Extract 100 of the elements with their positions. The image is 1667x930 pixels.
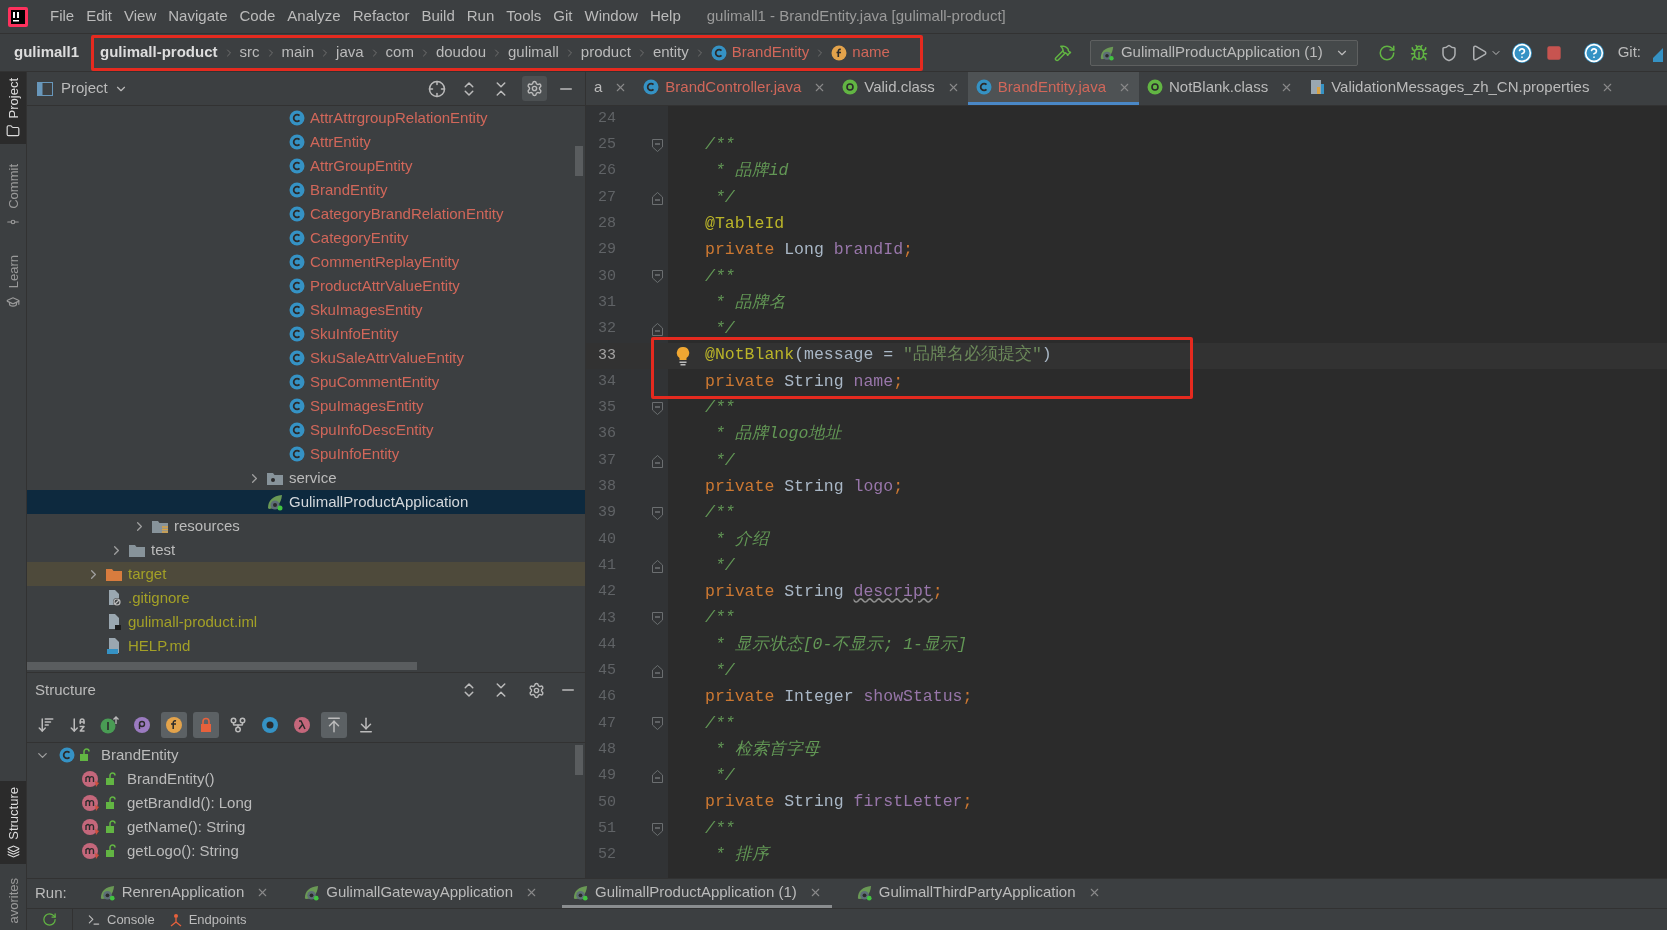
fold-marker-icon[interactable] <box>651 401 663 415</box>
fold-marker-icon[interactable] <box>651 323 663 336</box>
tree-item[interactable]: SkuImagesEntity <box>27 298 585 322</box>
project-name[interactable]: gulimall1 <box>14 41 80 64</box>
build-icon[interactable] <box>1053 43 1072 62</box>
coverage-icon[interactable] <box>1439 43 1458 62</box>
tree-item[interactable]: target <box>27 562 585 586</box>
tree-item[interactable]: CategoryBrandRelationEntity <box>27 202 585 226</box>
structure-item[interactable]: BrandEntity <box>27 743 585 767</box>
menu-item[interactable]: Navigate <box>162 5 234 28</box>
tree-item[interactable]: GulimallProductApplication <box>27 490 585 514</box>
settings-icon[interactable] <box>528 681 545 699</box>
run-tab[interactable]: GulimallProductApplication (1) <box>562 879 832 908</box>
vertical-scrollbar[interactable] <box>575 146 583 176</box>
tree-item[interactable]: service <box>27 466 585 490</box>
breadcrumb-item[interactable]: doudou <box>435 41 486 64</box>
menu-item[interactable]: Code <box>233 5 282 28</box>
breadcrumb-item[interactable]: main <box>281 41 315 64</box>
tree-item[interactable]: AttrAttrgroupRelationEntity <box>27 106 585 130</box>
menu-item[interactable]: Edit <box>80 5 119 28</box>
menu-item[interactable]: Refactor <box>346 5 416 28</box>
menu-item[interactable]: Analyze <box>281 5 347 28</box>
breadcrumb-item[interactable]: product <box>580 41 631 64</box>
tree-item[interactable]: HELP.md <box>27 634 585 658</box>
breadcrumb-item[interactable]: entity <box>652 41 689 64</box>
fold-marker-icon[interactable] <box>651 270 663 284</box>
fold-marker-icon[interactable] <box>651 138 663 152</box>
rerun-icon[interactable] <box>1377 43 1396 62</box>
tree-item[interactable]: test <box>27 538 585 562</box>
structure-item[interactable]: getName(): String <box>27 815 585 839</box>
horizontal-scrollbar[interactable] <box>27 662 417 670</box>
tool-window-tab[interactable]: Learn <box>0 249 26 315</box>
fold-marker-icon[interactable] <box>651 559 663 573</box>
tree-item[interactable]: SkuInfoEntity <box>27 322 585 346</box>
lightbulb-icon[interactable] <box>676 345 690 366</box>
editor-tab[interactable]: a <box>586 72 636 105</box>
menu-item[interactable]: Help <box>643 5 687 28</box>
breadcrumb-item[interactable]: BrandEntity <box>731 41 810 64</box>
run-tab[interactable]: GulimallThirdPartyApplication <box>845 879 1111 908</box>
tool-window-tab[interactable]: avorites <box>0 872 26 930</box>
fold-marker-icon[interactable] <box>651 454 663 468</box>
fold-marker-icon[interactable] <box>651 191 663 205</box>
stop-icon[interactable] <box>1545 44 1562 61</box>
tree-item[interactable]: SpuCommentEntity <box>27 370 585 394</box>
breadcrumb-item[interactable]: com <box>385 41 414 64</box>
menu-item[interactable]: Git <box>547 5 579 28</box>
tool-window-tab[interactable]: Project <box>0 72 26 145</box>
locate-icon[interactable] <box>428 79 446 98</box>
tree-item[interactable]: SpuInfoDescEntity <box>27 418 585 442</box>
fold-marker-icon[interactable] <box>651 507 663 521</box>
toolbar-toggle[interactable] <box>161 711 187 738</box>
structure-item[interactable]: getBrandId(): Long <box>27 791 585 815</box>
run-tab[interactable]: GulimallGatewayApplication <box>293 879 549 908</box>
help-icon[interactable] <box>1583 42 1604 63</box>
tree-item[interactable]: SpuImagesEntity <box>27 394 585 418</box>
run-tab[interactable]: RenrenApplication <box>88 879 280 908</box>
menu-item[interactable]: File <box>44 5 81 28</box>
tree-item[interactable]: ProductAttrValueEntity <box>27 274 585 298</box>
settings-button[interactable] <box>522 76 547 101</box>
editor-tab[interactable]: BrandController.java <box>635 72 835 105</box>
menu-item[interactable]: Run <box>460 5 501 28</box>
vertical-scrollbar[interactable] <box>575 745 583 775</box>
structure-item[interactable]: getLogo(): String <box>27 839 585 863</box>
tree-item[interactable]: SpuInfoEntity <box>27 442 585 466</box>
fold-marker-icon[interactable] <box>651 612 663 626</box>
run-configuration-dropdown[interactable]: GulimallProductApplication (1) <box>1089 39 1358 66</box>
menu-item[interactable]: Tools <box>500 5 548 28</box>
fold-marker-icon[interactable] <box>651 664 663 678</box>
editor-tab[interactable]: NotBlank.class <box>1139 72 1302 105</box>
console-tab[interactable]: Endpoints <box>168 909 247 930</box>
rerun-icon[interactable] <box>42 912 57 927</box>
fold-marker-icon[interactable] <box>651 717 663 731</box>
tree-item[interactable]: CategoryEntity <box>27 226 585 250</box>
console-tab[interactable]: Console <box>87 909 155 930</box>
menu-item[interactable]: Build <box>415 5 461 28</box>
menu-item[interactable]: Window <box>578 5 644 28</box>
panel-title[interactable]: Project <box>61 77 128 100</box>
fold-marker-icon[interactable] <box>651 822 663 836</box>
tree-item[interactable]: AttrGroupEntity <box>27 154 585 178</box>
editor-tab[interactable]: ValidationMessages_zh_CN.properties <box>1301 72 1623 105</box>
breadcrumb-item[interactable]: name <box>852 41 890 64</box>
breadcrumb-item[interactable]: src <box>239 41 260 64</box>
tool-window-tab[interactable]: Structure <box>0 780 26 865</box>
fold-marker-icon[interactable] <box>651 770 663 784</box>
tree-item[interactable]: gulimall-product.iml <box>27 610 585 634</box>
breadcrumb-item[interactable]: java <box>336 41 364 64</box>
menu-item[interactable]: View <box>118 5 163 28</box>
tool-window-tab[interactable]: Commit <box>0 158 26 236</box>
tree-item[interactable]: SkuSaleAttrValueEntity <box>27 346 585 370</box>
toolbar-toggle[interactable] <box>321 711 347 738</box>
tree-item[interactable]: CommentReplayEntity <box>27 250 585 274</box>
breadcrumb-item[interactable]: gulimall <box>508 41 559 64</box>
structure-item[interactable]: BrandEntity() <box>27 767 585 791</box>
tree-item[interactable]: AttrEntity <box>27 130 585 154</box>
editor-tab[interactable]: Valid.class <box>834 72 968 105</box>
breadcrumb-item[interactable]: gulimall-product <box>100 41 218 64</box>
debug-icon[interactable] <box>1409 43 1428 62</box>
tree-item[interactable]: .gitignore <box>27 586 585 610</box>
tree-item[interactable]: BrandEntity <box>27 178 585 202</box>
tree-item[interactable]: resources <box>27 514 585 538</box>
